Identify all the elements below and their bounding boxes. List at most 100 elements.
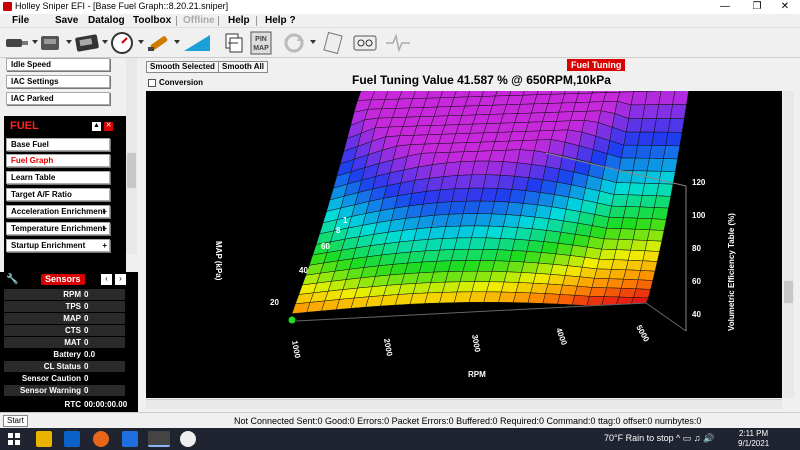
surface-cell[interactable] [576,276,595,288]
surface-cell[interactable] [615,239,634,251]
surface-cell[interactable] [586,296,605,306]
surface-cell[interactable] [529,228,547,242]
dropbox-icon[interactable] [122,431,138,447]
surface-cell[interactable] [518,272,537,284]
sidebar-scrollbar-thumb[interactable] [127,153,136,188]
surface-cell[interactable] [550,264,569,276]
surface-cell[interactable] [509,250,528,263]
surface-cell[interactable] [618,287,637,298]
surface-cell[interactable] [623,269,641,281]
surface-cell[interactable] [606,217,624,229]
surface-cell[interactable] [506,261,525,273]
surface-cell[interactable] [528,164,546,180]
surface-cell[interactable] [620,217,638,230]
surface-cell[interactable] [620,144,639,159]
graph-scrollbar-thumb[interactable] [784,281,793,303]
menu-offline[interactable]: Offline [183,14,215,28]
surface-cell[interactable] [672,89,690,105]
surface-cell[interactable] [547,274,566,286]
sniper-efi-taskbar-icon[interactable] [148,431,170,447]
surface-cell[interactable] [500,281,519,293]
surface-cell[interactable] [569,244,588,258]
sidebar-item-idle-speed[interactable]: Idle Speed [6,58,110,71]
surface-cell[interactable] [508,189,527,204]
surface-cell[interactable] [611,194,629,207]
surface-cell[interactable] [635,279,654,290]
surface-cell[interactable] [630,91,648,106]
surface-cell[interactable] [535,262,554,275]
surface-cell[interactable] [514,227,533,241]
surface-cell[interactable] [628,104,646,119]
surface-cell[interactable] [498,291,517,303]
sidebar-item-learn-table[interactable]: Learn Table [6,171,110,184]
handheld-tool-button[interactable] [74,31,108,55]
surface-cell[interactable] [545,283,563,295]
prev-page-icon[interactable]: ‹ [101,274,112,285]
surface-cell[interactable] [632,228,650,241]
surface-cell[interactable] [482,237,501,250]
gauge-tool-button[interactable] [110,31,144,55]
sidebar-item-acceleration-enrichment[interactable]: Acceleration Enrichment + [6,205,110,218]
surface-cell[interactable] [598,248,617,260]
surface-cell[interactable] [649,145,667,159]
surface-cell[interactable] [474,270,493,282]
surface-cell[interactable] [548,206,567,222]
close-section-icon[interactable]: ✕ [104,122,113,131]
surface-cell[interactable] [521,261,539,274]
surface-cell[interactable] [625,194,643,208]
pin-map-button[interactable]: PIN MAP [250,31,272,55]
surface-cell[interactable] [623,131,641,146]
surface-cell[interactable] [515,282,534,294]
sidebar-item-target-afr[interactable]: Target A/F Ratio [6,188,110,201]
sidebar-item-temperature-enrichment[interactable]: Temperature Enrichment + [6,222,110,235]
surface-cell[interactable] [608,205,627,218]
surface-cell[interactable] [658,171,676,185]
next-page-icon[interactable]: › [115,274,126,285]
surface-cell[interactable] [637,131,655,146]
surface-cell[interactable] [623,206,641,219]
file-explorer-icon[interactable] [36,431,52,447]
surface-cell[interactable] [567,255,586,268]
collapse-up-icon[interactable]: ▲ [92,122,101,131]
graph-vertical-scrollbar[interactable] [783,91,794,398]
refresh-tool-button[interactable] [282,31,316,55]
surface-cell[interactable] [558,231,576,246]
surface-cell[interactable] [491,260,510,273]
surface-cell[interactable] [658,90,676,105]
notes-tool-button[interactable] [322,31,344,55]
surface-cell[interactable] [579,266,598,279]
pulse-tool-button[interactable] [385,31,411,55]
surface-cell[interactable] [611,259,629,271]
surface-cell[interactable] [559,284,578,296]
surface-cell[interactable] [603,287,622,298]
sensors-tool-button[interactable] [38,31,72,55]
sidebar-item-fuel-graph[interactable]: Fuel Graph [6,154,110,167]
surface-cell[interactable] [596,258,615,270]
surface-cell[interactable] [526,240,545,253]
surface-cell[interactable] [630,239,648,252]
surface-cell[interactable] [634,144,653,159]
surface-cell[interactable] [667,118,685,133]
surface-cell[interactable] [601,238,619,250]
surface-cell[interactable] [571,295,590,306]
surface-cell[interactable] [665,131,683,147]
menu-help-about[interactable]: Help ? [265,14,296,28]
surface-cell[interactable] [555,242,574,256]
graph-horizontal-scrollbar[interactable] [146,399,782,409]
windows-start-icon[interactable] [6,431,22,447]
surface-cell[interactable] [627,182,646,196]
surface-cell[interactable] [613,249,631,261]
ramp-tool-button[interactable] [182,31,212,55]
surface-cell[interactable] [468,291,487,303]
surface-cell[interactable] [656,183,674,197]
surface-cell[interactable] [660,158,678,173]
surface-cell[interactable] [640,260,658,272]
surface-cell[interactable] [581,257,600,270]
surface-cell[interactable] [497,238,516,251]
sidebar-item-base-fuel[interactable]: Base Fuel [6,138,110,151]
surface-cell[interactable] [511,238,530,252]
sidebar-item-startup-enrichment[interactable]: Startup Enrichment + [6,239,110,252]
smooth-all-button[interactable]: Smooth All [218,61,268,73]
surface-cell[interactable] [542,293,561,305]
surface-cell[interactable] [633,288,651,299]
